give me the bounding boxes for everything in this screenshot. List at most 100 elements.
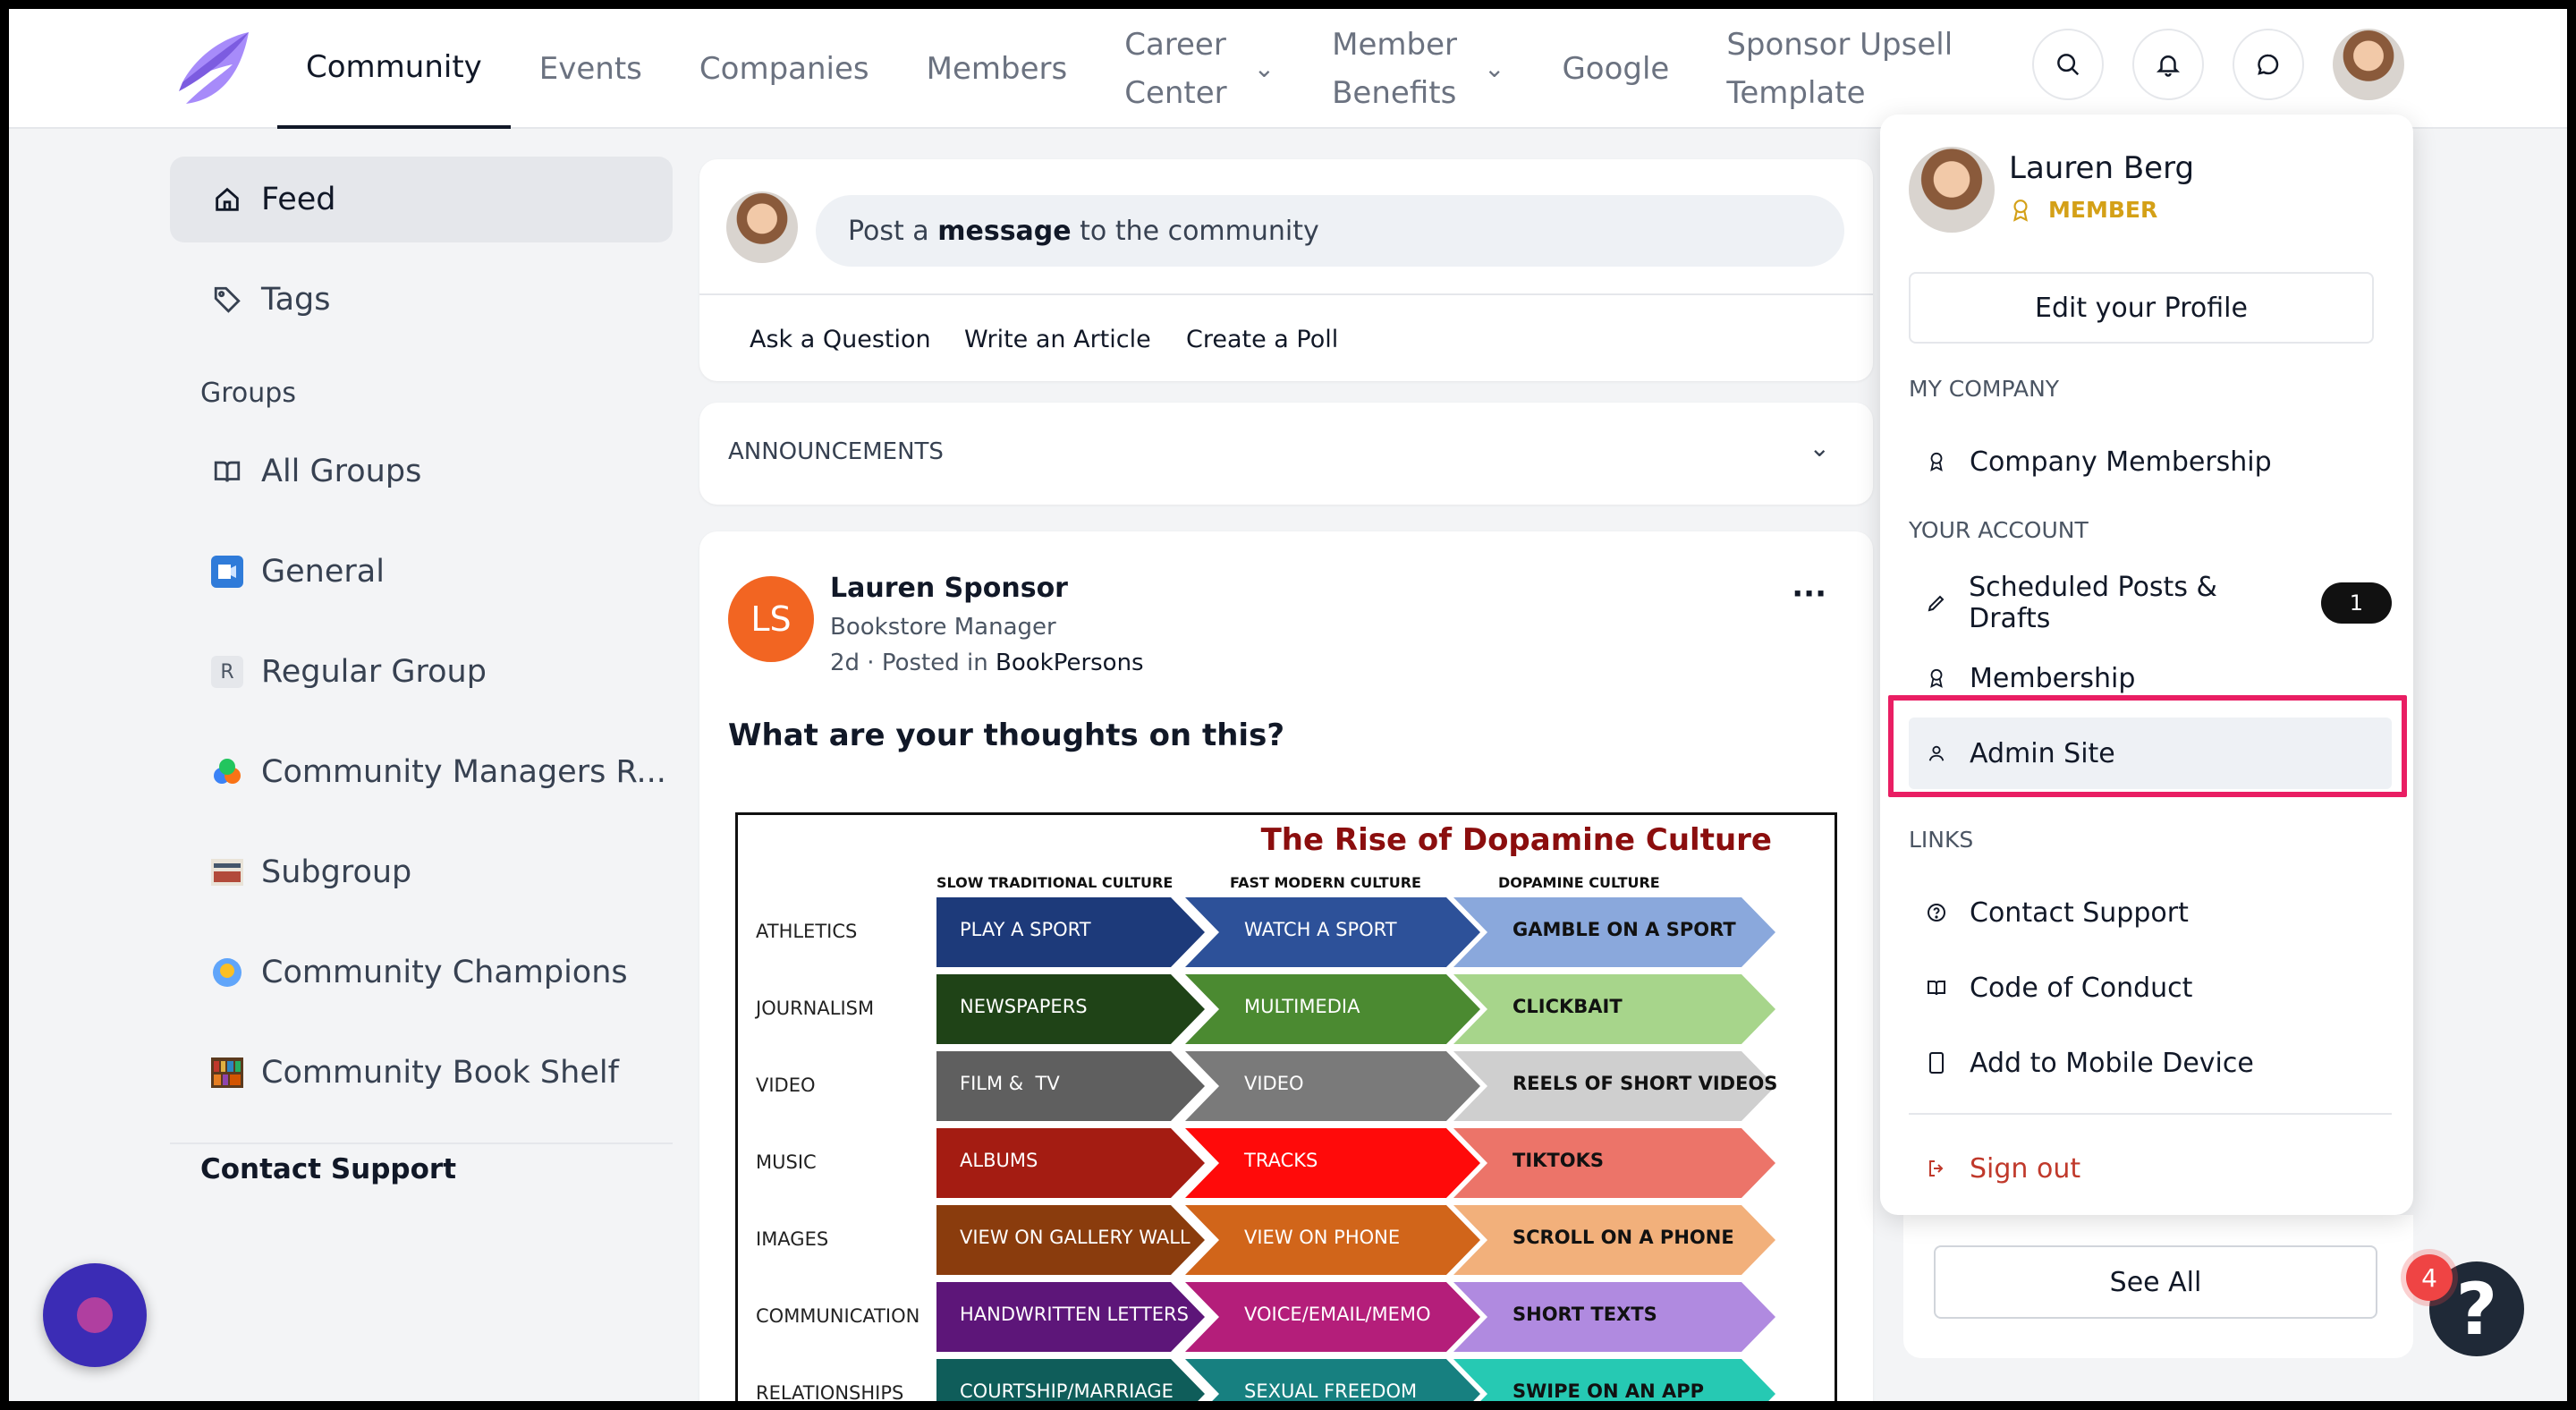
sidebar-item-subgroup-label: Subgroup (261, 854, 412, 890)
admin-site-highlight-box (1888, 695, 2407, 797)
infographic-cell-text: VIEW ON GALLERY WALL (960, 1227, 1191, 1248)
sidebar-item-community-champions-label: Community Champions (261, 955, 628, 990)
dropdown-divider (1909, 1113, 2392, 1115)
nav-sponsor-upsell-label: Sponsor Upsell Template (1726, 27, 1953, 111)
nav-members[interactable]: Members (898, 9, 1097, 129)
post-author-name[interactable]: Lauren Sponsor (830, 573, 1068, 604)
infographic-cell-text: SEXUAL FREEDOM (1244, 1380, 1418, 1401)
infographic-cell-text: TRACKS (1244, 1150, 1318, 1171)
book-open-icon (1925, 976, 1948, 999)
add-mobile-device-item[interactable]: Add to Mobile Device (1909, 1027, 2392, 1099)
user-avatar-button[interactable] (2333, 29, 2404, 100)
nav-community[interactable]: Community (277, 9, 511, 129)
chat-bubble-icon (2258, 54, 2279, 75)
infographic-cell-text: WATCH A SPORT (1244, 919, 1397, 940)
award-icon (2012, 199, 2029, 222)
nav-member-benefits-label: Member Benefits (1332, 27, 1457, 111)
sidebar-item-community-book-shelf-label: Community Book Shelf (261, 1055, 619, 1091)
search-button[interactable] (2032, 29, 2104, 100)
infographic-cell-text: VIEW ON PHONE (1244, 1227, 1401, 1248)
infographic-col-slow: SLOW TRADITIONAL CULTURE (936, 874, 1174, 891)
nav-career-center[interactable]: Career Center ⌄ (1096, 9, 1303, 129)
sidebar-item-regular-group[interactable]: R Regular Group (170, 629, 673, 715)
code-of-conduct-label: Code of Conduct (1970, 972, 2193, 1004)
search-icon (2057, 54, 2080, 76)
notifications-button[interactable] (2132, 29, 2204, 100)
award-icon (1925, 667, 1948, 690)
top-navigation-bar: Community Events Companies Members Caree… (9, 9, 2567, 129)
infographic-cell-text: VIDEO (1244, 1073, 1304, 1094)
write-article-button[interactable]: Write an Article (964, 326, 1151, 353)
dropdown-avatar (1909, 147, 1995, 233)
post-composer: Post a message to the community Ask a Qu… (699, 159, 1873, 381)
sidebar-item-regular-group-label: Regular Group (261, 654, 487, 690)
pencil-icon (1925, 591, 1947, 615)
add-mobile-device-label: Add to Mobile Device (1970, 1047, 2254, 1079)
code-of-conduct-item[interactable]: Code of Conduct (1909, 952, 2392, 1024)
sidebar-item-tags[interactable]: Tags (170, 257, 673, 343)
nav-sponsor-upsell[interactable]: Sponsor Upsell Template (1698, 9, 1981, 129)
chevron-down-icon[interactable]: ⌄ (1809, 433, 1830, 463)
user-profile-dropdown: Lauren Berg MEMBER Edit your Profile MY … (1880, 115, 2413, 1215)
sidebar-item-feed[interactable]: Feed (170, 157, 673, 242)
chat-launcher-button[interactable] (43, 1263, 147, 1367)
sign-out-item[interactable]: Sign out (1909, 1133, 2392, 1204)
post-meta: 2d · Posted in BookPersons (830, 650, 1144, 676)
nav-member-benefits[interactable]: Member Benefits ⌄ (1303, 9, 1533, 129)
sidebar-item-community-champions[interactable]: Community Champions (170, 930, 673, 1015)
composer-avatar (726, 191, 798, 263)
create-poll-button[interactable]: Create a Poll (1186, 326, 1338, 353)
groups-heading: Groups (200, 377, 296, 409)
feed-post: LS Lauren Sponsor Bookstore Manager 2d ·… (699, 531, 1873, 1401)
post-time: 2d (830, 650, 860, 676)
nav-events-label: Events (538, 51, 642, 87)
ask-question-button[interactable]: Ask a Question (750, 326, 931, 353)
chevron-down-icon: ⌄ (1253, 54, 1275, 83)
sidebar-item-community-managers[interactable]: Community Managers R... (170, 729, 673, 815)
infographic-title: The Rise of Dopamine Culture (1260, 822, 1772, 858)
post-author-role: Bookstore Manager (830, 614, 1056, 641)
links-heading: LINKS (1909, 827, 1974, 853)
scheduled-posts-item[interactable]: Scheduled Posts & Drafts 1 (1909, 567, 2392, 639)
nav-members-label: Members (926, 51, 1068, 87)
sidebar-item-subgroup[interactable]: Subgroup (170, 829, 673, 915)
scheduled-count-badge: 1 (2320, 582, 2392, 624)
infographic-cell-text: GAMBLE ON A SPORT (1513, 919, 1736, 940)
nav-google[interactable]: Google (1533, 9, 1698, 129)
bookshelf-group-icon (211, 1057, 243, 1089)
infographic-cell-text: SWIPE ON AN APP (1513, 1380, 1705, 1401)
sidebar-contact-support-link[interactable]: Contact Support (170, 1153, 673, 1185)
post-group-link[interactable]: BookPersons (996, 650, 1144, 676)
infographic-cell-text: PLAY A SPORT (960, 919, 1091, 940)
home-icon (211, 183, 243, 216)
community-logo-icon[interactable] (170, 29, 256, 109)
messages-button[interactable] (2233, 29, 2304, 100)
author-avatar[interactable]: LS (728, 576, 814, 662)
app-window: Community Events Companies Members Caree… (9, 9, 2567, 1401)
contact-support-item[interactable]: Contact Support (1909, 877, 2392, 948)
sidebar-item-all-groups[interactable]: All Groups (170, 429, 673, 514)
nav-companies[interactable]: Companies (671, 9, 898, 129)
announcements-panel[interactable]: ANNOUNCEMENTS ⌄ (699, 403, 1873, 505)
see-all-button[interactable]: See All (1934, 1245, 2377, 1319)
post-input-text-pre: Post a (848, 215, 938, 247)
post-infographic-image[interactable]: The Rise of Dopamine Culture SLOW TRADIT… (735, 812, 1837, 1401)
sidebar-item-community-book-shelf[interactable]: Community Book Shelf (170, 1030, 673, 1116)
bell-icon (2156, 55, 2181, 77)
post-input-text-bold: message (937, 215, 1072, 247)
sidebar-item-all-groups-label: All Groups (261, 454, 422, 489)
post-more-options-button[interactable]: ··· (1792, 576, 1826, 612)
letter-r-icon: R (211, 656, 243, 688)
infographic-cell-text: NEWSPAPERS (960, 996, 1088, 1017)
post-message-input[interactable]: Post a message to the community (816, 195, 1844, 267)
sidebar-item-general[interactable]: General (170, 529, 673, 615)
award-icon (1925, 450, 1948, 473)
infographic-cell-text: MULTIMEDIA (1244, 996, 1360, 1017)
left-sidebar: Feed Tags Groups All Groups General R Re… (170, 157, 673, 1185)
sidebar-item-feed-label: Feed (261, 182, 336, 217)
post-posted-in-label: Posted in (881, 650, 988, 676)
company-membership-item[interactable]: Company Membership (1909, 426, 2392, 497)
nav-events[interactable]: Events (511, 9, 671, 129)
edit-profile-button[interactable]: Edit your Profile (1909, 272, 2374, 344)
post-input-text-post: to the community (1071, 215, 1319, 247)
